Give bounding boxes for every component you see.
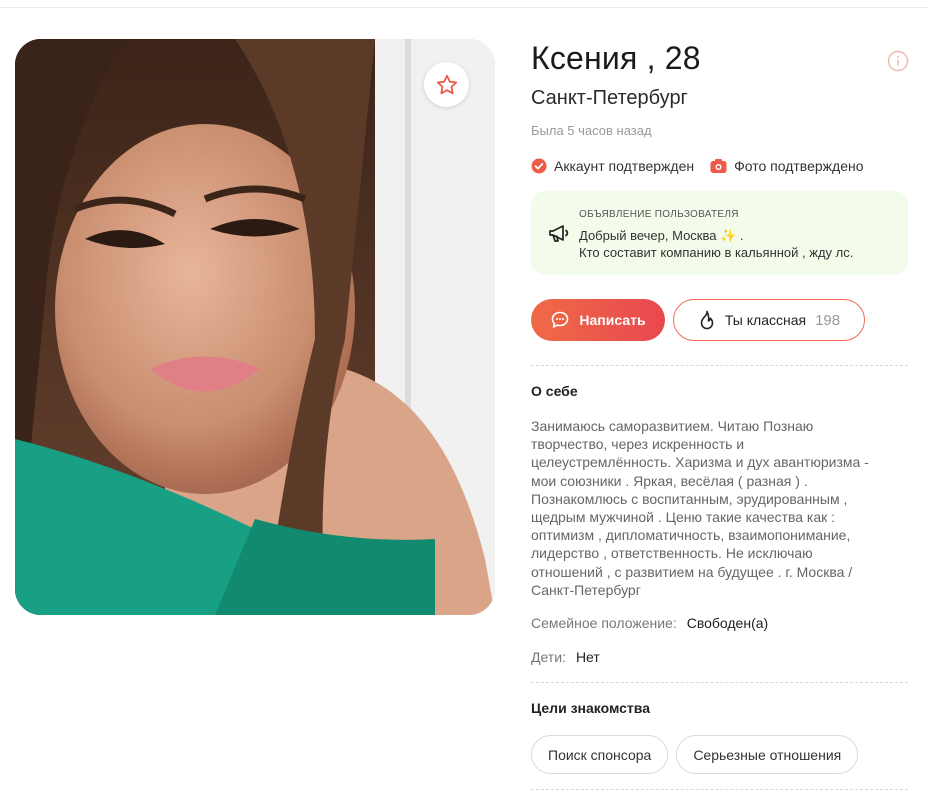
photo-verified-label: Фото подтверждено [734,158,864,174]
megaphone-icon [549,225,569,242]
about-line: творчество, через искренность и [531,436,745,453]
goals-title: Цели знакомства [531,700,650,716]
about-line: лидерство , ответственность. Не исключаю [531,545,813,562]
marital-status-value: Свободен(а) [686,615,769,631]
goal-chip[interactable]: Серьезные отношения [676,735,859,774]
flame-icon [700,310,714,330]
about-line: Санкт-Петербург [531,581,641,598]
profile-panel: Ксения , 28 Санкт-Петербург Была 5 часов… [531,40,909,790]
about-title: О себе [531,383,578,399]
portrait-image [15,39,495,615]
favorite-button[interactable] [424,62,469,107]
goals-chips: Поиск спонсора Серьезные отношения [531,735,859,774]
profile-name: Ксения , 28 [531,40,701,76]
user-announcement: ОБЪЯВЛЕНИЕ ПОЛЬЗОВАТЕЛЯ Добрый вечер, Мо… [531,191,908,275]
about-line: щедрым мужчиной . Ценю такие качества ка… [531,509,836,526]
verification-badges: Аккаунт подтвержден Фото подтверждено [531,158,864,174]
compliment-button[interactable]: Ты классная 198 [673,299,865,341]
header-divider [0,7,928,8]
about-text: Занимаюсь саморазвитием. Читаю Познаю тв… [531,417,911,599]
announcement-line-1: Добрый вечер, Москва ✨ . [579,228,744,243]
profile-actions: Написать Ты классная 198 [531,299,865,341]
about-line: мои союзники . Яркая, весёлая ( разная )… [531,472,808,489]
goal-chip[interactable]: Поиск спонсора [531,735,669,774]
about-line: оптимизм , дипломатичность, взаимопонима… [531,527,851,544]
write-message-button[interactable]: Написать [531,299,665,341]
profile-photo[interactable] [15,39,495,615]
announcement-title: ОБЪЯВЛЕНИЕ ПОЛЬЗОВАТЕЛЯ [579,209,739,220]
info-icon[interactable] [887,50,909,72]
star-icon [436,74,457,94]
chat-bubble-icon [552,311,569,328]
profile-city: Санкт-Петербург [531,87,688,109]
marital-status-row: Семейное положение: Свободен(а) [531,615,768,631]
kids-row: Дети: Нет [531,649,600,665]
name-row: Ксения , 28 [531,40,909,80]
compliment-label: Ты классная [724,312,807,328]
last-seen-text: Была 5 часов назад [531,123,652,138]
compliment-count: 198 [815,311,841,329]
photo-verified-badge: Фото подтверждено [710,158,864,174]
account-verified-badge: Аккаунт подтвержден [531,158,694,174]
about-line: отношений , с развитием на будущее . г. … [531,563,853,580]
account-verified-label: Аккаунт подтвержден [554,158,695,174]
check-circle-icon [531,158,547,174]
section-divider [531,365,908,366]
camera-icon [710,159,727,173]
about-line: Познакомлюсь с воспитанным, эрудированны… [531,490,848,507]
write-message-label: Написать [579,312,646,328]
kids-value: Нет [575,649,600,665]
section-divider [531,789,908,790]
section-divider [531,682,908,683]
about-line: целеустремлённость. Харизма и дух авантю… [531,454,869,471]
marital-status-label: Семейное положение: [531,615,677,631]
kids-label: Дети: [531,649,566,665]
about-line: Занимаюсь саморазвитием. Читаю Познаю [531,418,814,434]
announcement-line-2: Кто составит компанию в кальянной , жду … [579,245,854,260]
